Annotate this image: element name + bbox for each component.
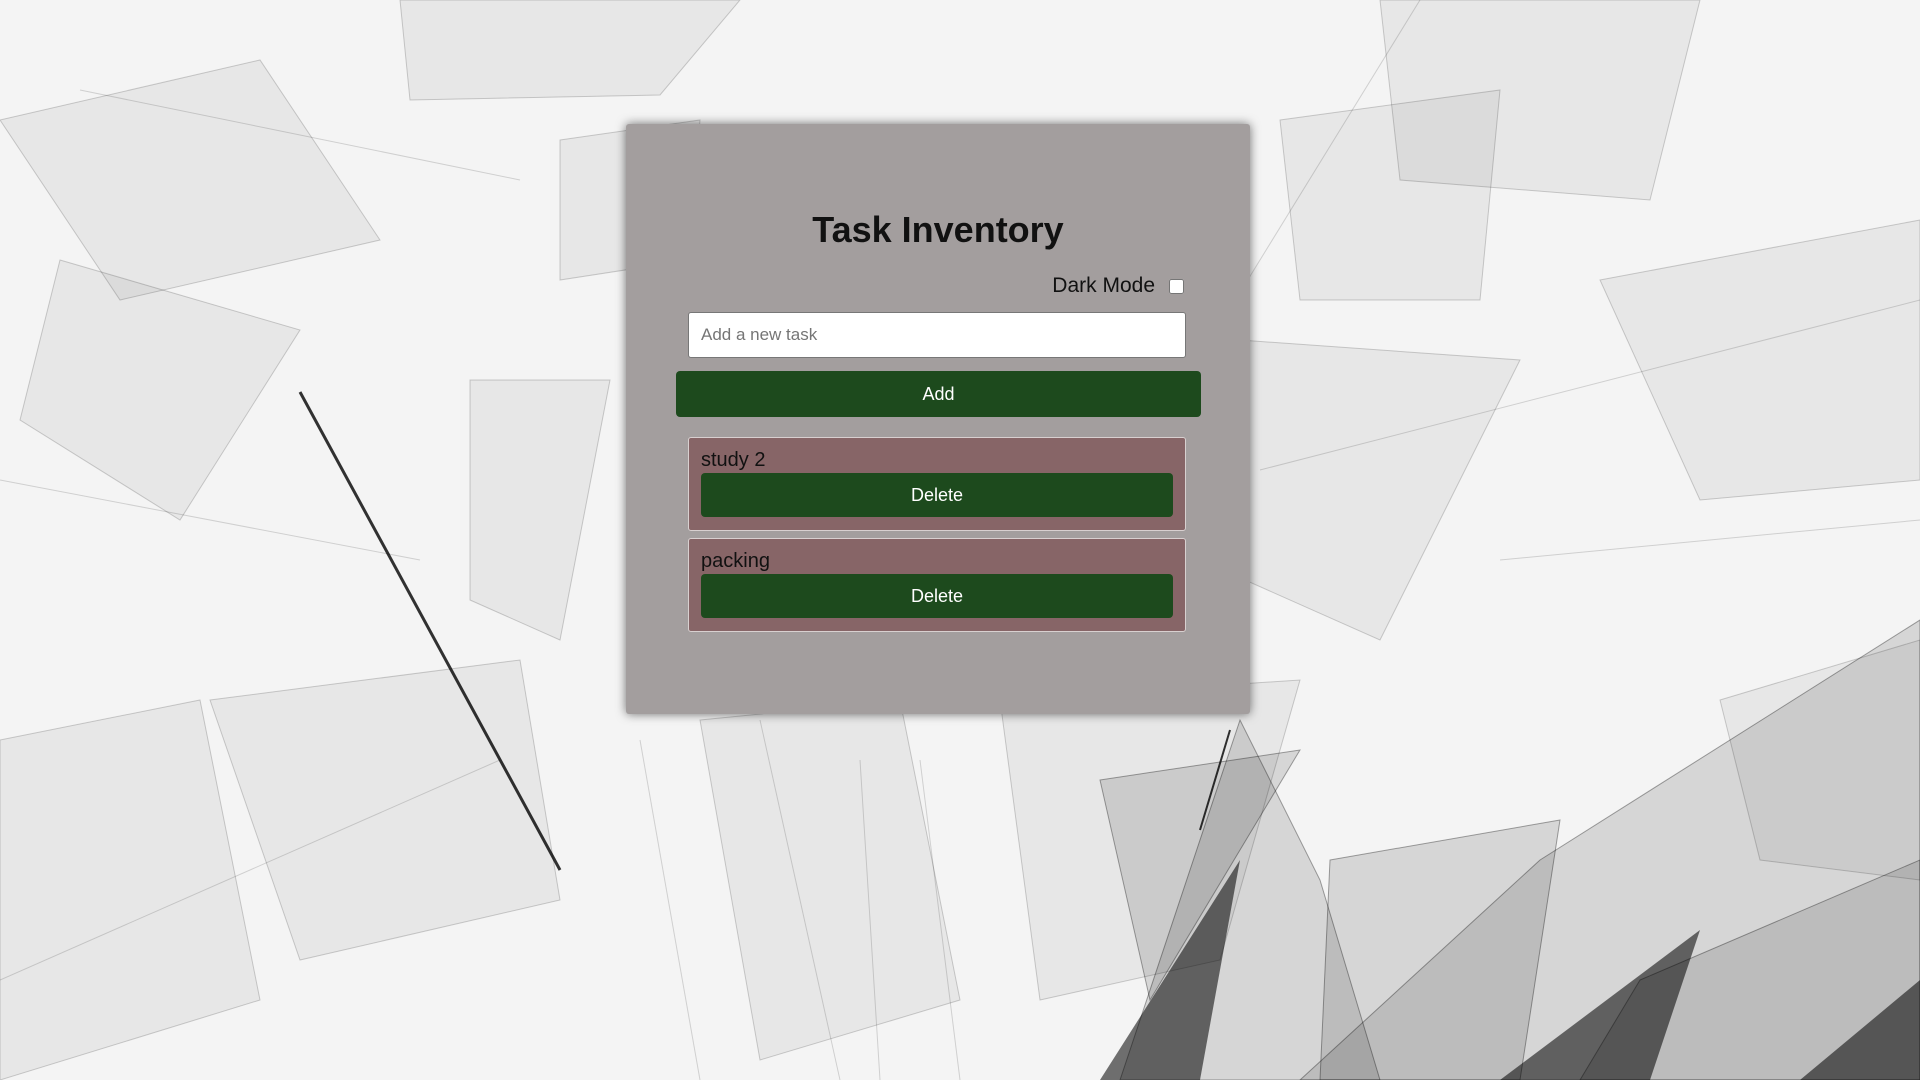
page-title: Task Inventory xyxy=(812,209,1064,250)
task-inventory-card: Task Inventory Dark Mode Add study 2 Del… xyxy=(626,124,1250,714)
dark-mode-label: Dark Mode xyxy=(1052,274,1155,297)
task-text: packing xyxy=(701,550,770,572)
add-task-button[interactable]: Add xyxy=(676,371,1201,417)
task-item: study 2 Delete xyxy=(688,437,1186,531)
task-list: study 2 Delete packing Delete xyxy=(688,437,1186,639)
new-task-input[interactable] xyxy=(688,312,1186,358)
task-text: study 2 xyxy=(701,449,766,471)
task-item: packing Delete xyxy=(688,538,1186,632)
dark-mode-toggle[interactable]: Dark Mode xyxy=(1052,274,1184,298)
delete-task-button[interactable]: Delete xyxy=(701,574,1173,618)
delete-task-button[interactable]: Delete xyxy=(701,473,1173,517)
dark-mode-checkbox[interactable] xyxy=(1169,278,1184,294)
